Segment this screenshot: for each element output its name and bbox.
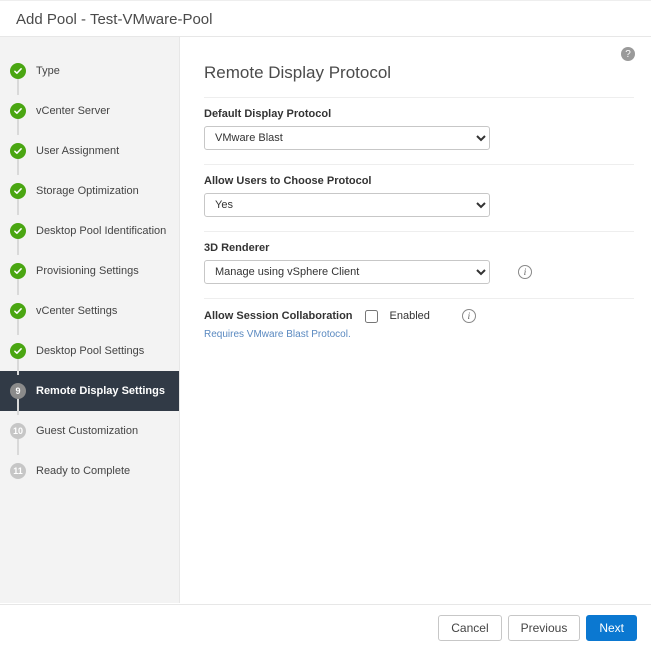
wizard-step-label: Provisioning Settings	[36, 265, 139, 277]
renderer-label: 3D Renderer	[204, 242, 634, 254]
wizard-step[interactable]: Desktop Pool Settings	[0, 331, 179, 371]
cancel-button[interactable]: Cancel	[438, 615, 501, 641]
wizard-step-label: Desktop Pool Identification	[36, 225, 166, 237]
wizard-step-label: Guest Customization	[36, 425, 138, 437]
step-number-icon: 11	[10, 463, 26, 479]
help-icon[interactable]: ?	[621, 47, 635, 61]
session-collab-checkbox-label: Enabled	[390, 310, 430, 322]
wizard-footer: Cancel Previous Next	[0, 604, 651, 650]
session-collab-label: Allow Session Collaboration	[204, 310, 353, 322]
default-protocol-label: Default Display Protocol	[204, 108, 634, 120]
session-collab-checkbox[interactable]	[365, 310, 378, 323]
wizard-step-label: vCenter Server	[36, 105, 110, 117]
check-icon	[10, 303, 26, 319]
wizard-step[interactable]: vCenter Server	[0, 91, 179, 131]
wizard-step[interactable]: Desktop Pool Identification	[0, 211, 179, 251]
allow-choose-select[interactable]: Yes	[204, 193, 490, 217]
wizard-step[interactable]: vCenter Settings	[0, 291, 179, 331]
step-number-icon: 9	[10, 383, 26, 399]
previous-button[interactable]: Previous	[508, 615, 581, 641]
info-icon[interactable]: i	[518, 265, 532, 279]
wizard-step[interactable]: 9 Remote Display Settings	[0, 371, 179, 411]
step-number-icon: 10	[10, 423, 26, 439]
wizard-step-label: Remote Display Settings	[36, 385, 165, 397]
wizard-step-label: Desktop Pool Settings	[36, 345, 144, 357]
next-button[interactable]: Next	[586, 615, 637, 641]
check-icon	[10, 103, 26, 119]
check-icon	[10, 263, 26, 279]
section-heading: Remote Display Protocol	[204, 63, 635, 83]
wizard-step-label: Ready to Complete	[36, 465, 130, 477]
info-icon[interactable]: i	[462, 309, 476, 323]
check-icon	[10, 223, 26, 239]
wizard-step[interactable]: Type	[0, 51, 179, 91]
wizard-step-label: vCenter Settings	[36, 305, 117, 317]
allow-choose-label: Allow Users to Choose Protocol	[204, 175, 634, 187]
wizard-step-label: Type	[36, 65, 60, 77]
check-icon	[10, 183, 26, 199]
wizard-step[interactable]: Storage Optimization	[0, 171, 179, 211]
check-icon	[10, 343, 26, 359]
wizard-step[interactable]: 10 Guest Customization	[0, 411, 179, 451]
default-protocol-select[interactable]: VMware Blast	[204, 126, 490, 150]
wizard-step[interactable]: Provisioning Settings	[0, 251, 179, 291]
wizard-step-label: Storage Optimization	[36, 185, 139, 197]
session-collab-note: Requires VMware Blast Protocol.	[204, 329, 634, 340]
wizard-step-label: User Assignment	[36, 145, 119, 157]
page-title: Add Pool - Test-VMware-Pool	[0, 1, 651, 37]
wizard-sidebar: Type vCenter Server User Assignment Storage…	[0, 37, 180, 603]
wizard-step[interactable]: 11 Ready to Complete	[0, 451, 179, 491]
wizard-step[interactable]: User Assignment	[0, 131, 179, 171]
main-panel: ? Remote Display Protocol Default Displa…	[180, 37, 651, 603]
renderer-select[interactable]: Manage using vSphere Client	[204, 260, 490, 284]
check-icon	[10, 63, 26, 79]
check-icon	[10, 143, 26, 159]
